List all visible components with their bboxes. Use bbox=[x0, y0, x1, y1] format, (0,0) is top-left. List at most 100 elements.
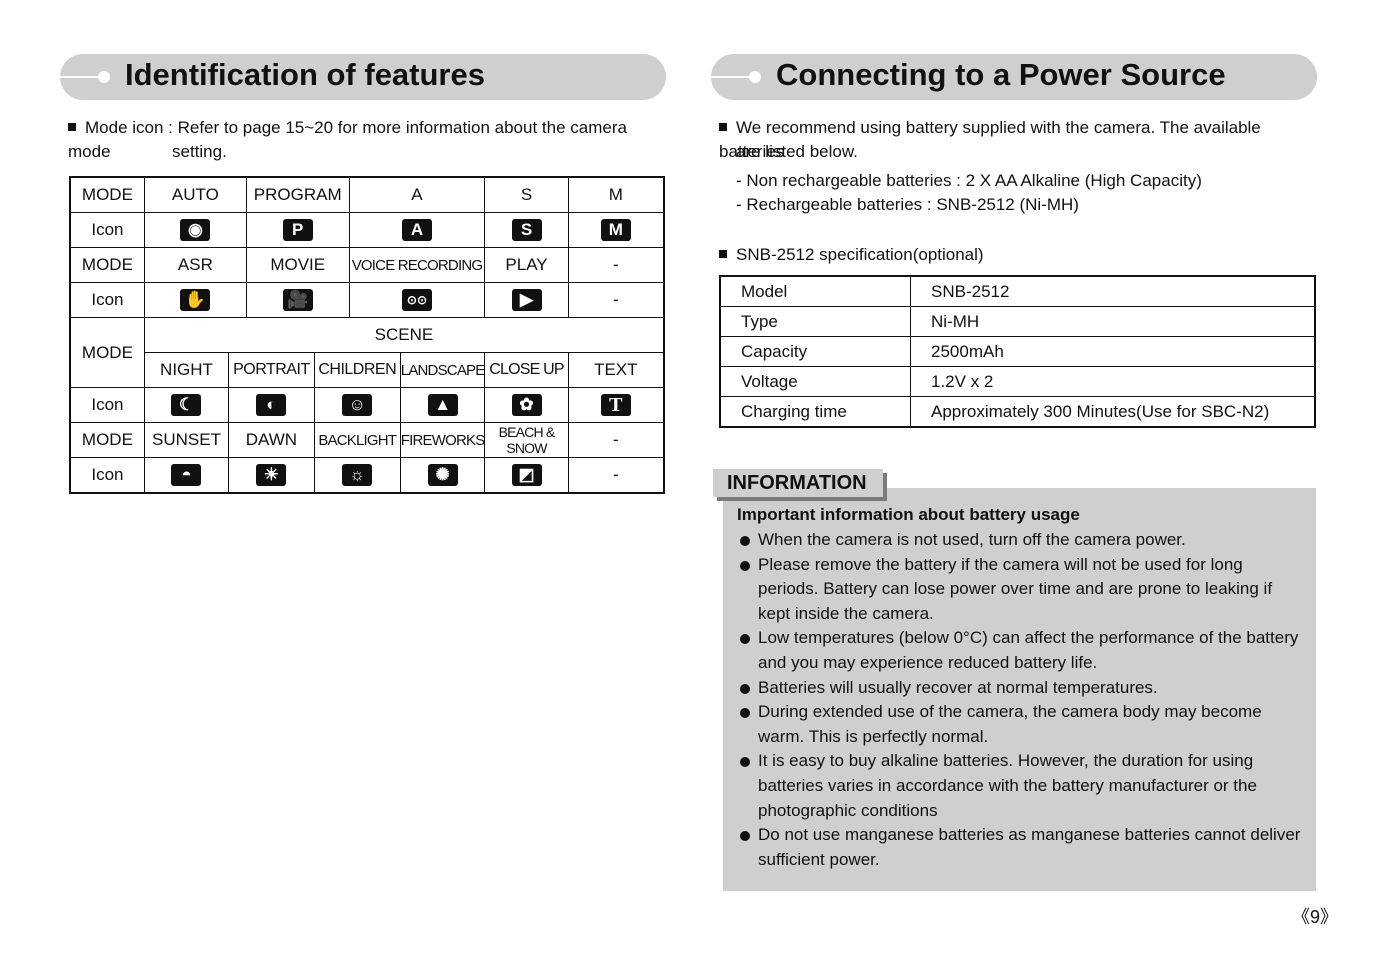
table-row: Voltage 1.2V x 2 bbox=[719, 366, 1316, 397]
row-label: Icon bbox=[69, 212, 145, 248]
square-bullet-icon bbox=[719, 250, 727, 258]
mode-cell: ASR bbox=[143, 247, 247, 283]
dawn-icon: ☀ bbox=[256, 464, 287, 486]
scene-cell: TEXT bbox=[567, 352, 665, 388]
scene-cell: SUNSET bbox=[143, 422, 230, 458]
spec-heading: SNB-2512 specification(optional) bbox=[719, 243, 984, 267]
close-up-flower-icon: ✿ bbox=[511, 394, 542, 416]
row-label: Icon bbox=[69, 387, 145, 423]
bullet-icon bbox=[740, 536, 750, 546]
table-row: Icon ☾ ◐ ☺ ▲ ✿ T bbox=[69, 387, 665, 423]
header-dot-decoration bbox=[98, 71, 110, 83]
mode-cell: A bbox=[348, 176, 486, 213]
portrait-icon: ◐ bbox=[256, 394, 287, 416]
row-label: MODE bbox=[69, 422, 145, 458]
table-row: NIGHT PORTRAIT CHILDREN LANDSCAPE CLOSE … bbox=[70, 352, 665, 388]
scene-cell: DAWN bbox=[228, 422, 315, 458]
scene-cell: FIREWORKS bbox=[399, 422, 486, 458]
text-t-icon: T bbox=[600, 394, 631, 416]
row-label: MODE bbox=[69, 317, 145, 388]
landscape-mountain-icon: ▲ bbox=[427, 394, 458, 416]
scene-cell: CLOSE UP bbox=[484, 352, 569, 388]
spec-key: Voltage bbox=[719, 366, 911, 397]
list-item: It is easy to buy alkaline batteries. Ho… bbox=[737, 749, 1302, 823]
spec-value: SNB-2512 bbox=[910, 275, 1316, 307]
empty-cell: - bbox=[567, 282, 665, 318]
header-line-decoration bbox=[711, 76, 751, 78]
list-item: Low temperatures (below 0°C) can affect … bbox=[737, 626, 1302, 675]
bullet-icon bbox=[740, 634, 750, 645]
page-number: 《9》 bbox=[1292, 907, 1339, 927]
spec-key: Type bbox=[719, 306, 911, 337]
section-header-pill: Connecting to a Power Source bbox=[711, 54, 1317, 100]
spec-value: Approximately 300 Minutes(Use for SBC-N2… bbox=[910, 396, 1316, 428]
table-row: Model SNB-2512 bbox=[719, 275, 1316, 307]
row-label: MODE bbox=[69, 247, 145, 283]
square-bullet-icon bbox=[719, 123, 727, 131]
list-item: When the camera is not used, turn off th… bbox=[737, 528, 1302, 553]
information-tab-label: INFORMATION bbox=[713, 469, 883, 497]
mode-icon-note-cont: setting. bbox=[172, 142, 227, 161]
bullet-icon bbox=[740, 831, 750, 842]
mode-cell: MOVIE bbox=[245, 247, 350, 283]
sunset-icon: ◓ bbox=[171, 464, 202, 486]
movie-camera-icon: 🎥 bbox=[282, 289, 313, 311]
bullet-icon bbox=[740, 560, 750, 571]
empty-cell: - bbox=[567, 422, 665, 458]
mode-cell: AUTO bbox=[143, 176, 247, 213]
rechargeable-battery: - Rechargeable batteries : SNB-2512 (Ni-… bbox=[736, 195, 1079, 214]
spec-key: Capacity bbox=[719, 336, 911, 367]
table-row: Charging time Approximately 300 Minutes(U… bbox=[719, 396, 1316, 428]
row-label: Icon bbox=[69, 457, 145, 494]
table-row: MODE ASR MOVIE VOICE RECORDING PLAY - bbox=[69, 247, 665, 283]
non-rechargeable-battery: - Non rechargeable batteries : 2 X AA Al… bbox=[736, 171, 1202, 190]
spec-key: Charging time bbox=[719, 396, 911, 428]
play-icon: ▶ bbox=[511, 289, 542, 311]
section-header-pill: Identification of features bbox=[60, 54, 666, 100]
backlight-icon: ☼ bbox=[342, 464, 373, 486]
spec-value: Ni-MH bbox=[910, 306, 1316, 337]
table-row: MODE SCENE bbox=[69, 317, 665, 388]
table-row: Capacity 2500mAh bbox=[719, 336, 1316, 367]
row-label: Icon bbox=[69, 282, 145, 318]
scene-cell: PORTRAIT bbox=[228, 352, 315, 388]
beach-snow-icon: ◩ bbox=[511, 464, 542, 486]
spec-table: Model SNB-2512 Type Ni-MH Capacity 2500mAh … bbox=[719, 275, 1316, 428]
section-title: Identification of features bbox=[125, 57, 485, 92]
list-item: During extended use of the camera, the c… bbox=[737, 700, 1302, 749]
header-line-decoration bbox=[60, 76, 100, 78]
scene-cell: NIGHT bbox=[143, 352, 230, 388]
table-row: Type Ni-MH bbox=[719, 306, 1316, 337]
children-icon: ☺ bbox=[342, 394, 373, 416]
spec-value: 1.2V x 2 bbox=[910, 366, 1316, 397]
information-list: When the camera is not used, turn off th… bbox=[737, 528, 1302, 872]
mode-cell: VOICE RECORDING bbox=[348, 247, 486, 283]
bullet-icon bbox=[740, 708, 750, 719]
list-item: Do not use manganese batteries as mangan… bbox=[737, 823, 1302, 872]
spec-value: 2500mAh bbox=[910, 336, 1316, 367]
program-camera-icon: P bbox=[282, 219, 313, 241]
night-moon-icon: ☾ bbox=[171, 394, 202, 416]
mode-cell: M bbox=[567, 176, 665, 213]
header-dot-decoration bbox=[749, 71, 761, 83]
row-label: MODE bbox=[69, 176, 145, 213]
square-bullet-icon bbox=[68, 123, 76, 131]
information-heading: Important information about battery usag… bbox=[737, 505, 1080, 524]
voice-recording-tape-icon: ⊙⊙ bbox=[401, 289, 432, 311]
scene-cell: BEACH & SNOW bbox=[484, 422, 569, 458]
list-item: Batteries will usually recover at normal… bbox=[737, 676, 1302, 701]
table-row: Icon ◓ ☀ ☼ ✺ ◩ - bbox=[69, 457, 665, 494]
scene-cell: LANDSCAPE bbox=[399, 352, 486, 388]
empty-cell: - bbox=[567, 457, 665, 494]
bullet-icon bbox=[740, 683, 750, 694]
manual-m-icon: M bbox=[600, 219, 631, 241]
fireworks-icon: ✺ bbox=[427, 464, 458, 486]
mode-icon-note: Mode icon : Refer to page 15~20 for more… bbox=[68, 118, 627, 161]
mode-cell: PROGRAM bbox=[245, 176, 350, 213]
scene-cell: BACKLIGHT bbox=[313, 422, 401, 458]
list-item: Please remove the battery if the camera … bbox=[737, 553, 1302, 627]
table-row: Icon ◉ P A S M bbox=[69, 212, 665, 248]
scene-header: SCENE bbox=[143, 317, 665, 353]
aperture-a-icon: A bbox=[401, 219, 432, 241]
shutter-s-icon: S bbox=[511, 219, 542, 241]
